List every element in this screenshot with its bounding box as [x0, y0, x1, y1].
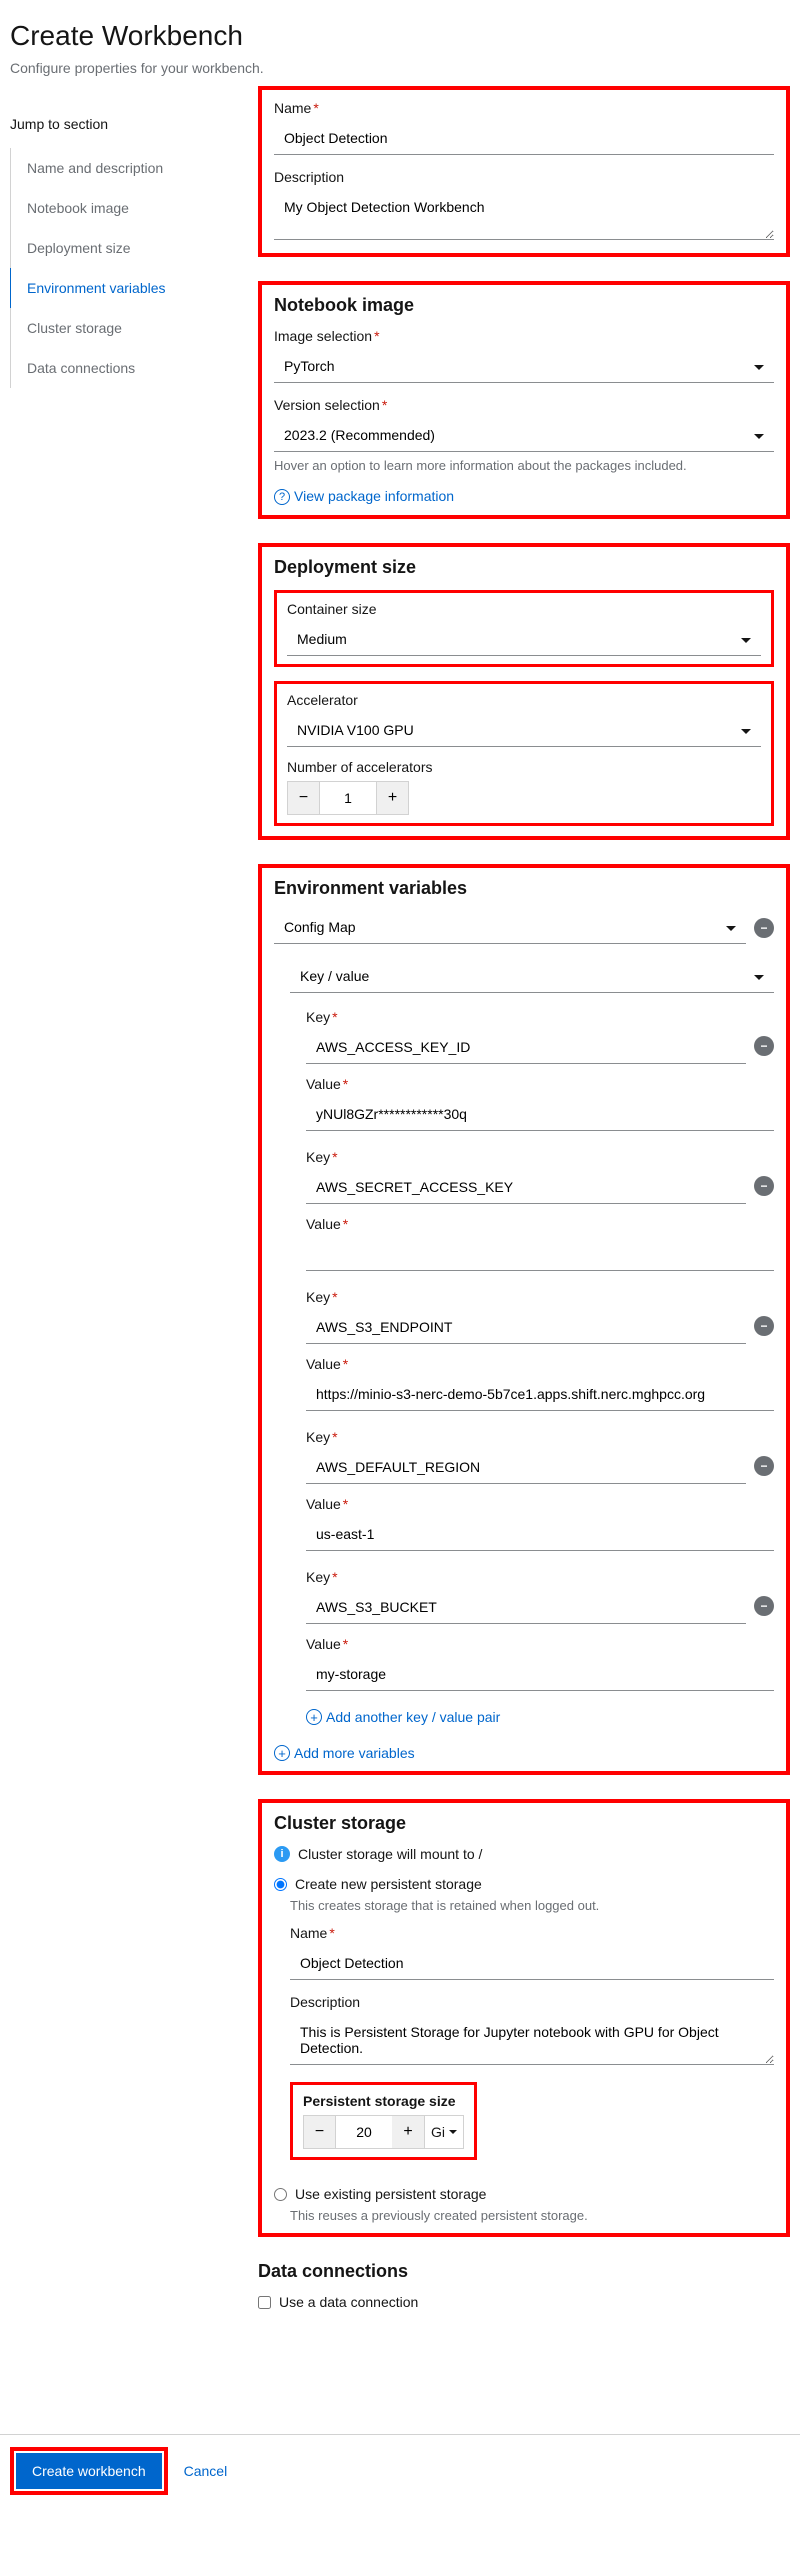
mount-info-text: Cluster storage will mount to /: [298, 1846, 482, 1862]
existing-helper: This reuses a previously created persist…: [290, 2208, 774, 2223]
accelerator-label: Accelerator: [287, 692, 761, 708]
description-input[interactable]: My Object Detection Workbench: [274, 191, 774, 240]
version-selection-label: Version selection*: [274, 397, 774, 413]
storage-desc-input[interactable]: This is Persistent Storage for Jupyter n…: [290, 2016, 774, 2065]
name-description-section: Name* Description My Object Detection Wo…: [258, 86, 790, 257]
env-key-label: Key*: [306, 1429, 746, 1445]
name-label: Name*: [274, 100, 774, 116]
plus-icon: [306, 1709, 322, 1725]
env-value-label: Value*: [306, 1496, 774, 1512]
remove-pair-button[interactable]: [754, 1456, 774, 1476]
env-value-label: Value*: [306, 1636, 774, 1652]
env-key-input[interactable]: [306, 1031, 746, 1064]
env-subtype-dropdown[interactable]: [290, 960, 774, 993]
version-selection-dropdown[interactable]: [274, 419, 774, 452]
env-key-input[interactable]: [306, 1171, 746, 1204]
decrement-button[interactable]: −: [304, 2116, 336, 2148]
create-new-helper: This creates storage that is retained wh…: [290, 1898, 774, 1913]
plus-icon: [274, 1745, 290, 1761]
env-key-label: Key*: [306, 1569, 746, 1585]
env-key-label: Key*: [306, 1009, 746, 1025]
image-selection-label: Image selection*: [274, 328, 774, 344]
decrement-button[interactable]: −: [288, 782, 320, 814]
env-value-input[interactable]: [306, 1658, 774, 1691]
env-key-input[interactable]: [306, 1311, 746, 1344]
storage-size-stepper: − + Gi: [303, 2115, 464, 2149]
env-variables-section: Environment variables Key* Value* Key* Valu…: [258, 864, 790, 1775]
data-connections-title: Data connections: [258, 2261, 790, 2282]
cluster-storage-section: Cluster storage Cluster storage will mou…: [258, 1799, 790, 2237]
env-value-label: Value*: [306, 1216, 774, 1232]
use-data-connection-checkbox[interactable]: [258, 2296, 271, 2309]
jump-item-name-and-description[interactable]: Name and description: [11, 148, 234, 188]
env-value-label: Value*: [306, 1356, 774, 1372]
storage-name-label: Name*: [290, 1925, 774, 1941]
remove-pair-button[interactable]: [754, 1316, 774, 1336]
version-helper: Hover an option to learn more informatio…: [274, 458, 774, 473]
notebook-image-title: Notebook image: [274, 295, 774, 316]
storage-name-input[interactable]: [290, 1947, 774, 1980]
page-subtitle: Configure properties for your workbench.: [10, 60, 790, 76]
name-input[interactable]: [274, 122, 774, 155]
notebook-image-section: Notebook image Image selection* Version …: [258, 281, 790, 519]
use-existing-storage-label: Use existing persistent storage: [295, 2186, 486, 2202]
add-more-variables-link[interactable]: Add more variables: [294, 1745, 415, 1761]
cluster-storage-title: Cluster storage: [274, 1813, 774, 1834]
storage-desc-label: Description: [290, 1994, 774, 2010]
jump-item-notebook-image[interactable]: Notebook image: [11, 188, 234, 228]
create-new-storage-label: Create new persistent storage: [295, 1876, 482, 1892]
num-accelerators-input[interactable]: [320, 782, 376, 814]
env-key-input[interactable]: [306, 1591, 746, 1624]
num-accelerators-label: Number of accelerators: [287, 759, 761, 775]
accelerator-dropdown[interactable]: [287, 714, 761, 747]
env-key-label: Key*: [306, 1289, 746, 1305]
env-value-input[interactable]: [306, 1518, 774, 1551]
env-value-label: Value*: [306, 1076, 774, 1092]
env-value-input[interactable]: [306, 1238, 774, 1271]
jump-to-section-nav: Jump to section Name and descriptionNote…: [10, 86, 234, 2434]
deployment-size-title: Deployment size: [274, 557, 774, 578]
jump-nav-title: Jump to section: [10, 116, 234, 132]
jump-item-deployment-size[interactable]: Deployment size: [11, 228, 234, 268]
create-new-storage-radio[interactable]: [274, 1878, 287, 1891]
remove-pair-button[interactable]: [754, 1596, 774, 1616]
page-title: Create Workbench: [10, 20, 790, 52]
env-key-input[interactable]: [306, 1451, 746, 1484]
storage-size-input[interactable]: [336, 2116, 392, 2148]
env-variables-title: Environment variables: [274, 878, 774, 899]
cancel-button[interactable]: Cancel: [184, 2463, 228, 2479]
help-icon: [274, 487, 290, 505]
remove-env-type-button[interactable]: [754, 918, 774, 938]
add-key-value-link[interactable]: Add another key / value pair: [326, 1709, 500, 1725]
jump-item-cluster-storage[interactable]: Cluster storage: [11, 308, 234, 348]
increment-button[interactable]: +: [376, 782, 408, 814]
jump-item-data-connections[interactable]: Data connections: [11, 348, 234, 388]
deployment-size-section: Deployment size Container size Accelerat…: [258, 543, 790, 840]
storage-unit-dropdown[interactable]: Gi: [424, 2116, 463, 2148]
view-package-info-link[interactable]: View package information: [294, 488, 454, 504]
storage-size-label: Persistent storage size: [303, 2093, 464, 2109]
jump-item-environment-variables[interactable]: Environment variables: [10, 268, 234, 308]
image-selection-dropdown[interactable]: [274, 350, 774, 383]
use-existing-storage-radio[interactable]: [274, 2188, 287, 2201]
num-accelerators-stepper: − +: [287, 781, 409, 815]
remove-pair-button[interactable]: [754, 1176, 774, 1196]
description-label: Description: [274, 169, 774, 185]
footer-actions: Create workbench Cancel: [0, 2434, 800, 2507]
use-data-connection-label: Use a data connection: [279, 2294, 418, 2310]
container-size-dropdown[interactable]: [287, 623, 761, 656]
create-workbench-button[interactable]: Create workbench: [16, 2453, 162, 2489]
env-key-label: Key*: [306, 1149, 746, 1165]
env-type-dropdown[interactable]: [274, 911, 746, 944]
env-value-input[interactable]: [306, 1098, 774, 1131]
info-icon: [274, 1846, 290, 1862]
remove-pair-button[interactable]: [754, 1036, 774, 1056]
increment-button[interactable]: +: [392, 2116, 424, 2148]
container-size-label: Container size: [287, 601, 761, 617]
env-value-input[interactable]: [306, 1378, 774, 1411]
